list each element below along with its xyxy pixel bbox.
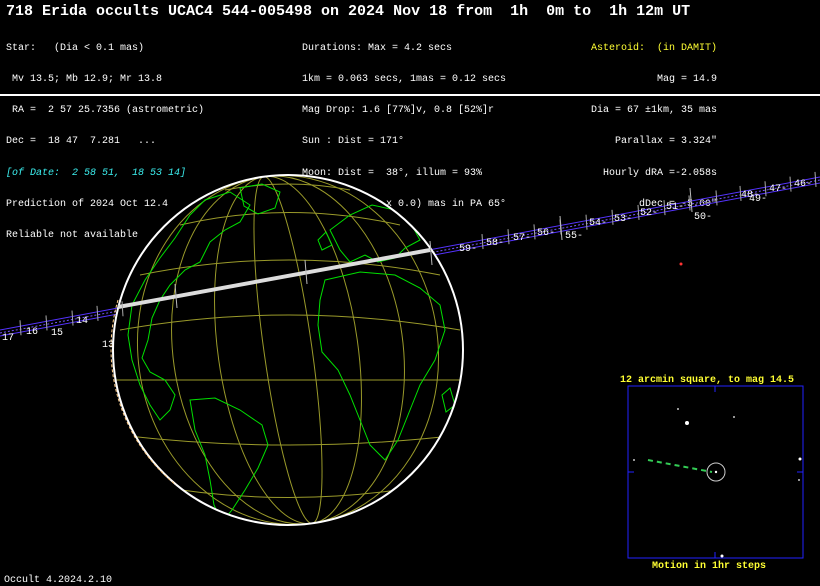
path-tick-mark	[663, 200, 666, 216]
software-version: Occult 4.2024.2.10	[4, 575, 113, 586]
occultation-map: 17 16 15 14 13 59- 58- 57- 56- 55- 54- 53- 52- 51- 50-…	[0, 171, 820, 559]
path-tick-label: 51-	[666, 202, 684, 213]
path-tick-label: 13	[102, 340, 114, 351]
asteroid-motion-path	[647, 459, 713, 473]
path-tick-label: 57-	[513, 233, 531, 244]
path-tick-mark	[481, 234, 484, 250]
path-tick-mark	[715, 190, 718, 206]
red-marker	[679, 262, 683, 266]
path-tick-label: 59-	[459, 244, 477, 255]
finder-caption: Motion in 1hr steps	[652, 561, 767, 572]
path-tick-mark	[789, 176, 792, 192]
target-star	[714, 470, 718, 474]
path-tick-label: 46-	[794, 179, 812, 190]
earth-globe	[110, 174, 464, 526]
field-star	[798, 457, 802, 461]
field-star	[677, 408, 679, 410]
path-tick-label: 50-	[694, 212, 712, 223]
path-tick-mark	[688, 195, 691, 211]
path-tick-label: 47-	[769, 184, 787, 195]
path-tick-label: 14	[76, 316, 88, 327]
path-tick-label: 17	[2, 333, 14, 344]
path-tick-mark	[507, 229, 510, 245]
field-star	[685, 421, 689, 425]
path-tick-label: 16	[26, 327, 38, 338]
path-tick-label: 52-	[640, 208, 658, 219]
field-star	[798, 479, 800, 481]
path-tick-label: 54-	[589, 218, 607, 229]
field-star	[633, 459, 635, 461]
finder-title: 12 arcmin square, to mag 14.5	[620, 375, 795, 386]
path-tick-label: 15	[51, 328, 63, 339]
field-star	[720, 554, 724, 558]
path-tick-label: 53-	[614, 214, 632, 225]
path-tick-label: 55-	[565, 231, 583, 242]
path-tick-label: 56-	[537, 228, 555, 239]
path-tick-mark	[19, 320, 22, 336]
path-tick-mark	[611, 209, 614, 225]
path-tick-label: 48-	[741, 190, 759, 201]
path-tick-mark	[533, 224, 536, 240]
path-tick-label: 58-	[486, 238, 504, 249]
path-tick-mark	[71, 310, 74, 326]
path-tick-mark	[96, 305, 99, 321]
path-tick-mark	[637, 204, 640, 220]
path-tick-mark	[585, 214, 588, 230]
field-star	[733, 416, 735, 418]
path-tick-mark	[814, 171, 817, 187]
finder-chart	[627, 385, 804, 559]
path-tick-mark	[45, 315, 48, 331]
